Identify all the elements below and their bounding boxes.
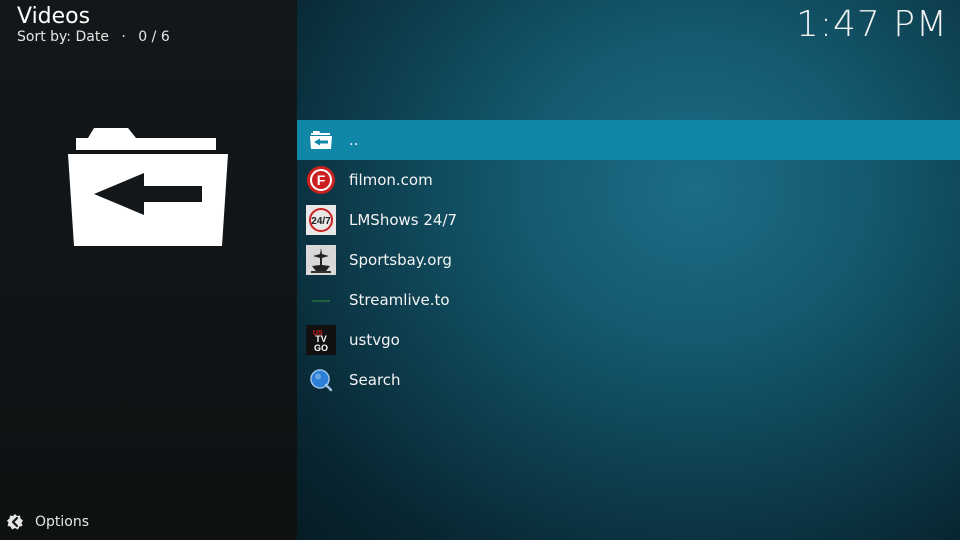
list-item-filmon[interactable]: F filmon.com bbox=[297, 160, 960, 200]
list-item-label: Streamlive.to bbox=[349, 291, 450, 309]
ustvgo-logo-text-bot: GO bbox=[314, 343, 328, 353]
page-title: Videos bbox=[17, 4, 91, 29]
list-item-label: ustvgo bbox=[349, 331, 400, 349]
item-count: 0 / 6 bbox=[138, 29, 170, 45]
list-item-sportsbay[interactable]: Sportsbay.org bbox=[297, 240, 960, 280]
folder-back-icon bbox=[68, 128, 228, 246]
left-info-panel bbox=[0, 0, 297, 540]
list-item-search[interactable]: Search bbox=[297, 360, 960, 400]
ustvgo-logo: US TV GO bbox=[306, 325, 336, 355]
separator: · bbox=[121, 29, 126, 45]
folder-back-icon bbox=[306, 125, 336, 155]
options-label: Options bbox=[35, 514, 90, 530]
lmshows-logo: 24/7 bbox=[306, 205, 336, 235]
sort-info: Sort by: Date · 0 / 6 bbox=[17, 28, 170, 46]
list-item-parent[interactable]: .. bbox=[297, 120, 960, 160]
search-icon bbox=[306, 365, 336, 395]
list-item-streamlive[interactable]: streamlive Streamlive.to bbox=[297, 280, 960, 320]
list-item-ustvgo[interactable]: US TV GO ustvgo bbox=[297, 320, 960, 360]
sort-label[interactable]: Sort by: Date bbox=[17, 29, 109, 45]
filmon-logo: F bbox=[306, 165, 336, 195]
filmon-logo-text: F bbox=[317, 172, 326, 188]
list-item-label: Search bbox=[349, 371, 401, 389]
list-item-label: filmon.com bbox=[349, 171, 433, 189]
options-gear-icon bbox=[7, 514, 23, 530]
options-button[interactable]: Options bbox=[6, 513, 89, 531]
list-item-label: Sportsbay.org bbox=[349, 251, 452, 269]
clock: 1:47 PM bbox=[795, 4, 948, 45]
list-item-label: .. bbox=[349, 131, 359, 149]
streamlive-logo-text: streamlive bbox=[312, 298, 331, 303]
list-item-lmshows[interactable]: 24/7 LMShows 24/7 bbox=[297, 200, 960, 240]
file-list: .. F filmon.com 24/7 LMShows 24/7 Sports… bbox=[297, 120, 960, 400]
sportsbay-logo bbox=[306, 245, 336, 275]
list-item-label: LMShows 24/7 bbox=[349, 211, 458, 229]
streamlive-logo: streamlive bbox=[306, 285, 336, 315]
lmshows-logo-text: 24/7 bbox=[311, 216, 331, 227]
